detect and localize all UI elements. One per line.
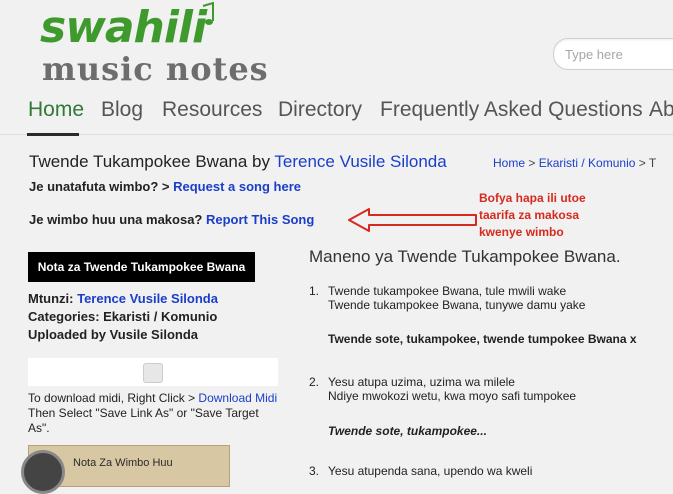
verse-line: Twende tukampokee Bwana, tunywe damu yak… [328, 298, 586, 312]
mtunzi-link[interactable]: Terence Vusile Silonda [77, 291, 218, 306]
nota-download-button[interactable]: Nota za Twende Tukampokee Bwana [28, 252, 255, 282]
verse-line: Ndiye mwokozi wetu, kwa moyo safi tumpok… [328, 389, 577, 403]
composer-link[interactable]: Terence Vusile Silonda [274, 152, 446, 171]
report-song-line: Je wimbo huu una makosa? Report This Son… [29, 212, 314, 227]
page-title: Twende Tukampokee Bwana by Terence Vusil… [29, 152, 447, 172]
uploaded-row: Uploaded by Vusile Silonda [28, 327, 198, 342]
sheet-music-thumbnail[interactable]: Nota Za Wimbo Huu [21, 445, 230, 494]
verse-line: Twende tukampokee Bwana, tule mwili wake [328, 284, 567, 298]
annotation-callout: Bofya hapa ili utoe taarifa za makosa kw… [479, 190, 586, 241]
nav-about[interactable]: Ab [649, 98, 673, 122]
thumbnail-label: Nota Za Wimbo Huu [73, 457, 173, 469]
chorus-line: Twende sote, tukampokee... [328, 424, 487, 438]
verse-number: 2. [309, 375, 320, 389]
breadcrumb: Home > Ekaristi / Komunio > T [493, 156, 656, 170]
report-text: Je wimbo huu una makosa? [29, 212, 206, 227]
breadcrumb-category[interactable]: Ekaristi / Komunio [539, 156, 636, 170]
nav-directory[interactable]: Directory [278, 98, 362, 122]
breadcrumb-current: T [648, 156, 657, 170]
download-midi-link[interactable]: Download Midi [198, 391, 277, 405]
download-text: Then Select "Save Link As" or "Save Targ… [28, 406, 259, 435]
request-song-link[interactable]: Request a song here [173, 179, 301, 194]
verse-line: Yesu atupa uzima, uzima wa milele [328, 375, 515, 389]
download-instructions: To download midi, Right Click > Download… [28, 391, 280, 436]
disc-icon [21, 450, 65, 494]
nav-home[interactable]: Home [28, 98, 84, 122]
song-meta: Mtunzi: Terence Vusile Silonda Categorie… [28, 290, 218, 344]
categories-row: Categories: Ekaristi / Komunio [28, 309, 218, 324]
nav-divider [0, 134, 673, 135]
mtunzi-label: Mtunzi: [28, 291, 78, 306]
midi-player[interactable] [28, 358, 278, 386]
nav-faq[interactable]: Frequently Asked Questions [380, 98, 643, 122]
nav-resources[interactable]: Resources [162, 98, 262, 122]
nav-blog[interactable]: Blog [101, 98, 143, 122]
lyrics-title: Maneno ya Twende Tukampokee Bwana. [309, 247, 621, 266]
nav-active-indicator [27, 133, 79, 136]
arrow-left-icon [348, 208, 477, 232]
breadcrumb-separator: > [525, 156, 539, 170]
download-text: To download midi, Right Click > [28, 391, 199, 405]
report-song-link[interactable]: Report This Song [206, 212, 314, 227]
chorus-line: Twende sote, tukampokee, twende tumpokee… [328, 332, 637, 346]
site-logo[interactable]: swahili [40, 6, 207, 50]
verse-number: 1. [309, 284, 320, 298]
search-input[interactable] [563, 39, 673, 69]
site-logo-subtitle: music notes [42, 50, 269, 88]
plugin-icon [143, 363, 163, 383]
title-text: Twende Tukampokee Bwana by [29, 152, 275, 171]
breadcrumb-home[interactable]: Home [493, 156, 525, 170]
annotation-line: Bofya hapa ili utoe [479, 191, 586, 205]
request-song-line: Je unatafuta wimbo? > Request a song her… [29, 179, 301, 194]
annotation-line: taarifa za makosa [479, 208, 580, 222]
music-note-icon [202, 2, 214, 25]
search-box[interactable] [553, 38, 673, 70]
breadcrumb-separator: > [635, 156, 649, 170]
annotation-line: kwenye wimbo [479, 225, 564, 239]
mtunzi-row: Mtunzi: Terence Vusile Silonda [28, 290, 218, 308]
request-text: Je unatafuta wimbo? > [29, 179, 174, 194]
